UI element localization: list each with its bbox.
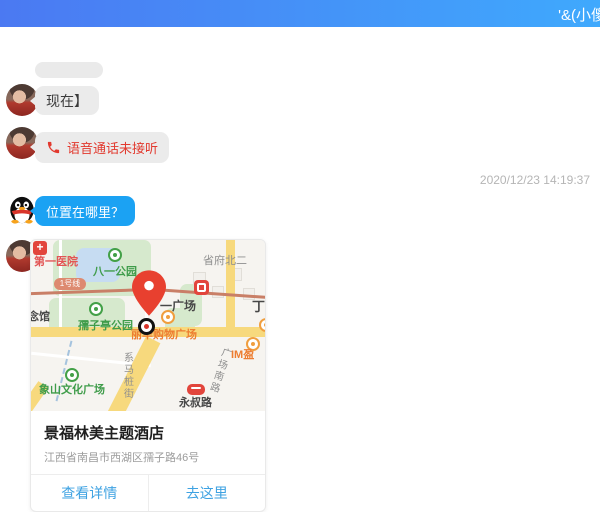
- hospital-icon: +: [33, 241, 47, 255]
- redacted-message-bubble: [35, 62, 103, 78]
- message-text: 位置在哪里？: [46, 202, 124, 221]
- map-label-ding: 丁: [252, 300, 265, 314]
- map-label-bayi-park: 八一公园: [93, 267, 137, 279]
- view-details-button[interactable]: 查看详情: [31, 475, 148, 511]
- missed-call-text: 语音通话未接听: [67, 138, 158, 157]
- go-here-button[interactable]: 去这里: [148, 475, 266, 511]
- map-label-ruzi-park: 孺子亭公园: [78, 321, 133, 333]
- current-location-marker: [138, 318, 155, 335]
- message-bubble[interactable]: 现在】: [35, 86, 99, 115]
- metro-station-icon: [194, 280, 209, 295]
- location-info: 景福林美主题酒店 江西省南昌市西湖区孺子路46号: [31, 411, 265, 474]
- message-bubble[interactable]: 位置在哪里？: [35, 196, 135, 226]
- map-label-guangchang-south: 广场南路: [206, 346, 231, 395]
- park-icon: [89, 302, 103, 316]
- metro-station-badge: [187, 384, 205, 395]
- missed-call-bubble[interactable]: 语音通话未接听: [35, 132, 169, 163]
- location-pin-icon: [132, 270, 166, 316]
- chat-title: '&(小傻: [558, 4, 600, 25]
- location-address: 江西省南昌市西湖区孺子路46号: [44, 449, 252, 465]
- map-road-yellow: [108, 336, 161, 411]
- park-icon: [108, 248, 122, 262]
- map-label-im-ying: IM盈: [231, 350, 254, 362]
- map-label-shengfu-north: 省府北二: [203, 256, 247, 268]
- chat-header: '&(小傻: [0, 0, 600, 27]
- phone-icon: [46, 140, 61, 155]
- map-label-xima-street: 系马桩街: [121, 352, 132, 400]
- map-label-yongshu-road: 永叔路: [179, 398, 212, 410]
- location-name: 景福林美主题酒店: [44, 422, 252, 443]
- map-label-hospital: 第一医院: [34, 257, 78, 269]
- map-label-memorial: 念馆: [31, 312, 50, 324]
- timestamp: 2020/12/23 14:19:37: [480, 173, 590, 187]
- map-label-metro-line1: 1号线: [54, 278, 86, 290]
- location-card: + 第一医院 八一公园 省府北二 1号线 念馆 孺子亭公园 一广场 丁 丽华购物…: [30, 239, 266, 512]
- park-icon: [65, 368, 79, 382]
- map-preview[interactable]: + 第一医院 八一公园 省府北二 1号线 念馆 孺子亭公园 一广场 丁 丽华购物…: [31, 240, 265, 411]
- map-label-xiangshan-square: 象山文化广场: [39, 385, 105, 397]
- card-actions: 查看详情 去这里: [31, 474, 265, 511]
- message-text: 现在】: [46, 91, 88, 111]
